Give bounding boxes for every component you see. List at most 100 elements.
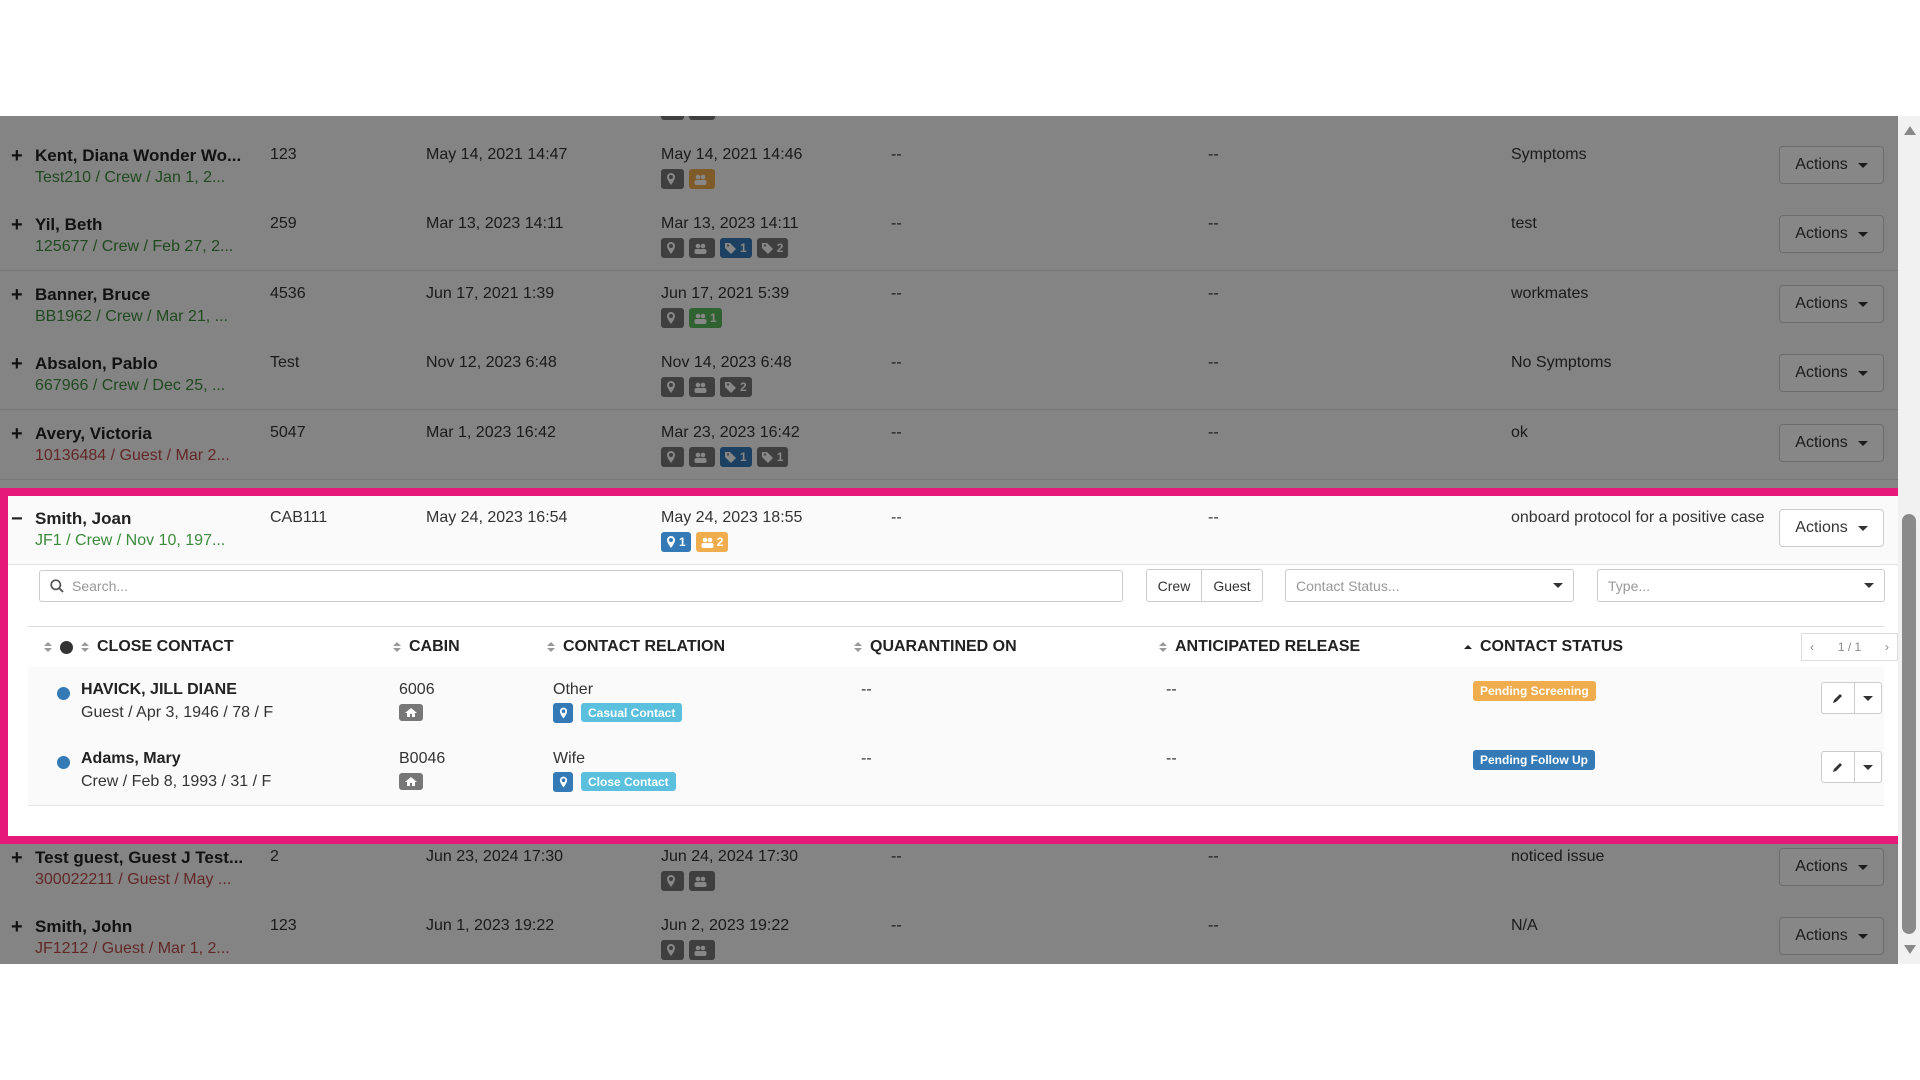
sort-icon[interactable] <box>854 642 862 652</box>
sort-icon[interactable] <box>393 642 401 652</box>
expand-icon[interactable]: + <box>11 917 23 937</box>
chevron-left-icon[interactable]: ‹ <box>1810 640 1814 654</box>
actions-button[interactable]: Actions <box>1779 917 1884 955</box>
actions-button[interactable]: Actions <box>1779 215 1884 253</box>
contact-row[interactable]: Adams, Mary Crew / Feb 8, 1993 / 31 / F … <box>28 736 1884 806</box>
pin-badge[interactable] <box>661 377 684 397</box>
case-name[interactable]: Test guest, Guest J Test... <box>35 848 243 868</box>
case-name[interactable]: Kent, Diana Wonder Wo... <box>35 146 241 166</box>
pin-badge[interactable] <box>661 871 684 891</box>
sort-icon[interactable] <box>1159 642 1167 652</box>
edit-button[interactable] <box>1821 682 1855 714</box>
actions-button[interactable]: Actions <box>1779 424 1884 462</box>
case-release: -- <box>1208 424 1219 441</box>
cabin-header[interactable]: CABIN <box>393 638 460 656</box>
tag-badge[interactable]: 1 <box>720 447 752 467</box>
pin-badge[interactable] <box>661 238 684 258</box>
cabin-icon[interactable] <box>399 773 423 795</box>
tag-badge[interactable]: 2 <box>756 238 789 258</box>
quarantined-on-header[interactable]: QUARANTINED ON <box>854 638 1017 656</box>
case-row-expanded[interactable]: − Smith, Joan JF1 / Crew / Nov 10, 197..… <box>0 495 1898 565</box>
pin-badge[interactable] <box>661 308 684 328</box>
row-menu-button[interactable] <box>1854 682 1882 714</box>
case-row[interactable]: + Kent, Diana Wonder Wo... Test210 / Cre… <box>0 132 1898 202</box>
case-updated: Mar 23, 2023 16:42 <box>661 424 800 441</box>
scroll-down-arrow[interactable] <box>1904 945 1916 954</box>
expand-icon[interactable]: + <box>11 424 23 444</box>
close-contact-header[interactable]: CLOSE CONTACT <box>44 638 234 656</box>
chevron-right-icon[interactable]: › <box>1885 640 1889 654</box>
group-badge[interactable] <box>689 940 715 960</box>
case-row[interactable]: + Test guest, Guest J Test... 300022211 … <box>0 834 1898 904</box>
group-badge[interactable]: 1 <box>689 308 722 328</box>
group-badge[interactable] <box>689 116 715 120</box>
close-contact-header-label: CLOSE CONTACT <box>97 638 234 655</box>
pin-badge[interactable] <box>661 169 684 189</box>
group-badge[interactable] <box>689 238 715 258</box>
expand-icon[interactable]: + <box>11 285 23 305</box>
actions-button[interactable]: Actions <box>1779 146 1884 184</box>
tag-badge[interactable]: 1 <box>756 447 789 467</box>
sort-icon[interactable] <box>547 642 555 652</box>
case-row[interactable]: + JF1212 / Guest / Mar 1, 2... Actions <box>0 116 1898 133</box>
contact-row[interactable]: HAVICK, JILL DIANE Guest / Apr 3, 1946 /… <box>28 667 1884 737</box>
tag-badge[interactable]: 2 <box>720 377 752 397</box>
guest-filter-button[interactable]: Guest <box>1201 569 1263 602</box>
case-row[interactable]: + Smith, John JF1212 / Guest / Mar 1, 2.… <box>0 903 1898 964</box>
case-name[interactable]: Absalon, Pablo <box>35 354 158 374</box>
sort-asc-icon[interactable] <box>1464 645 1472 649</box>
contact-search-input[interactable] <box>70 577 1074 595</box>
scroll-up-arrow[interactable] <box>1904 126 1916 135</box>
case-name[interactable]: Smith, Joan <box>35 509 131 529</box>
crew-filter-button[interactable]: Crew <box>1146 569 1202 602</box>
group-badge[interactable] <box>689 377 715 397</box>
case-row[interactable]: + Absalon, Pablo 667966 / Crew / Dec 25,… <box>0 340 1898 410</box>
actions-button[interactable]: Actions <box>1779 509 1884 547</box>
contact-name[interactable]: HAVICK, JILL DIANE <box>81 681 237 699</box>
group-badge[interactable] <box>689 871 715 891</box>
case-name[interactable]: Yil, Beth <box>35 215 102 235</box>
group-badge[interactable] <box>689 169 715 189</box>
pin-badge[interactable] <box>661 940 684 960</box>
status-dot-icon[interactable] <box>60 640 73 654</box>
actions-button[interactable]: Actions <box>1779 848 1884 886</box>
case-row[interactable]: + Yil, Beth 125677 / Crew / Feb 27, 2...… <box>0 201 1898 271</box>
edit-button[interactable] <box>1821 751 1855 783</box>
contact-name[interactable]: Adams, Mary <box>81 750 181 768</box>
type-select[interactable]: Type... <box>1597 569 1885 602</box>
pin-icon[interactable] <box>553 703 573 723</box>
pin-icon[interactable] <box>553 772 573 792</box>
group-icon <box>694 945 707 956</box>
contact-search-box[interactable] <box>39 570 1123 602</box>
sort-icon[interactable] <box>81 642 89 652</box>
pin-badge[interactable] <box>661 447 684 467</box>
tag-badge[interactable]: 1 <box>720 238 752 258</box>
case-name[interactable]: Smith, John <box>35 917 132 937</box>
actions-button[interactable]: Actions <box>1779 354 1884 392</box>
sort-icon[interactable] <box>44 642 52 652</box>
actions-button[interactable]: Actions <box>1779 285 1884 323</box>
search-icon <box>50 579 64 593</box>
collapse-icon[interactable]: − <box>11 509 23 529</box>
expand-icon[interactable]: + <box>11 215 23 235</box>
row-menu-button[interactable] <box>1854 751 1882 783</box>
expand-icon[interactable]: + <box>11 146 23 166</box>
group-badge[interactable] <box>689 447 715 467</box>
expand-icon[interactable]: + <box>11 354 23 374</box>
scroll-thumb[interactable] <box>1902 514 1916 934</box>
case-name[interactable]: Avery, Victoria <box>35 424 152 444</box>
location-badge[interactable]: 1 <box>661 532 691 552</box>
scrollbar[interactable] <box>1898 116 1920 964</box>
contact-relation-header[interactable]: CONTACT RELATION <box>547 638 725 656</box>
pin-badge[interactable] <box>661 116 684 120</box>
contact-status-select[interactable]: Contact Status... <box>1285 569 1574 602</box>
expand-icon[interactable]: + <box>11 848 23 868</box>
pin-icon <box>667 451 675 463</box>
anticipated-release-header[interactable]: ANTICIPATED RELEASE <box>1159 638 1360 656</box>
group-badge[interactable]: 2 <box>695 532 729 552</box>
case-row[interactable]: + Banner, Bruce BB1962 / Crew / Mar 21, … <box>0 271 1898 341</box>
case-name[interactable]: Banner, Bruce <box>35 285 150 305</box>
contact-status-header[interactable]: CONTACT STATUS <box>1464 638 1623 656</box>
case-row[interactable]: + Avery, Victoria 10136484 / Guest / Mar… <box>0 410 1898 480</box>
cabin-icon[interactable] <box>399 704 423 726</box>
